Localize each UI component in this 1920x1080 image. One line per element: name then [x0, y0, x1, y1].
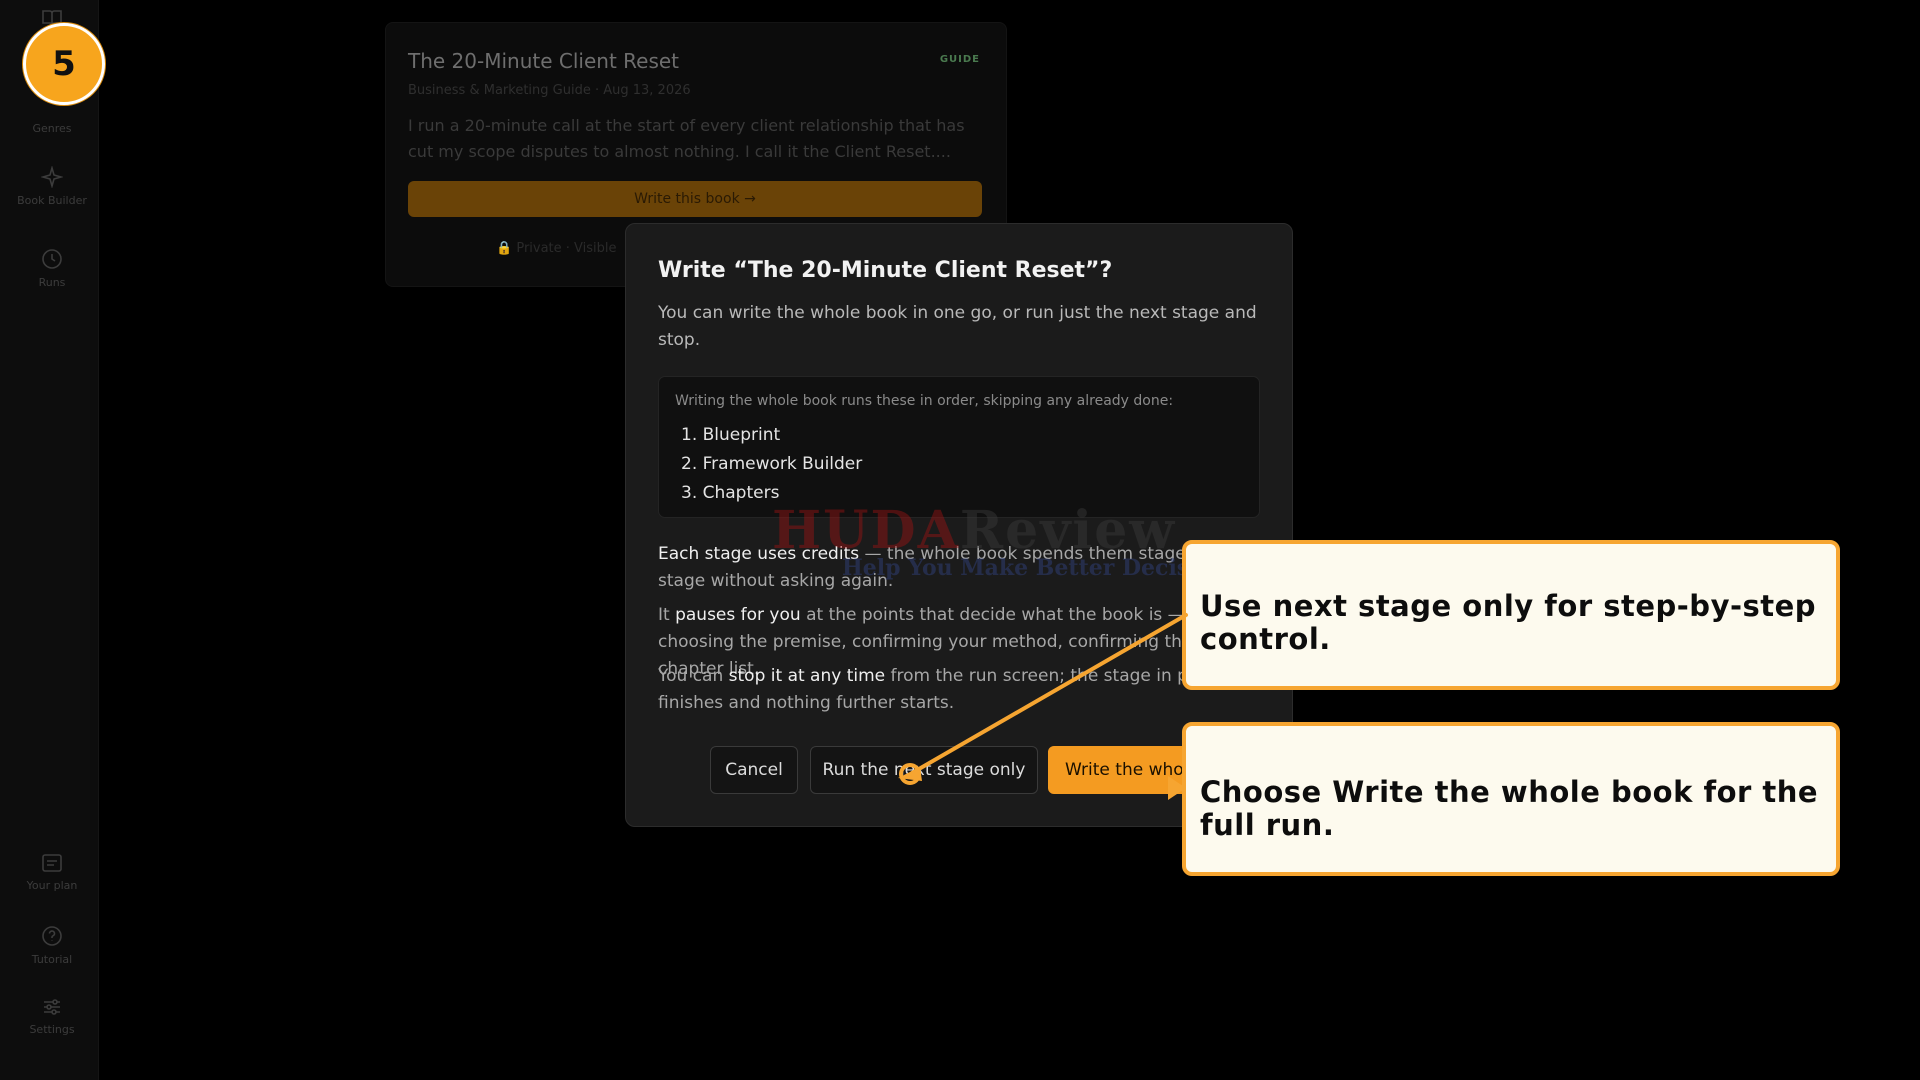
callout-pointers: [898, 613, 1188, 800]
pointer-arrow-next-stage: [910, 613, 1188, 775]
pointer-arrow-whole-book: [1168, 776, 1186, 800]
